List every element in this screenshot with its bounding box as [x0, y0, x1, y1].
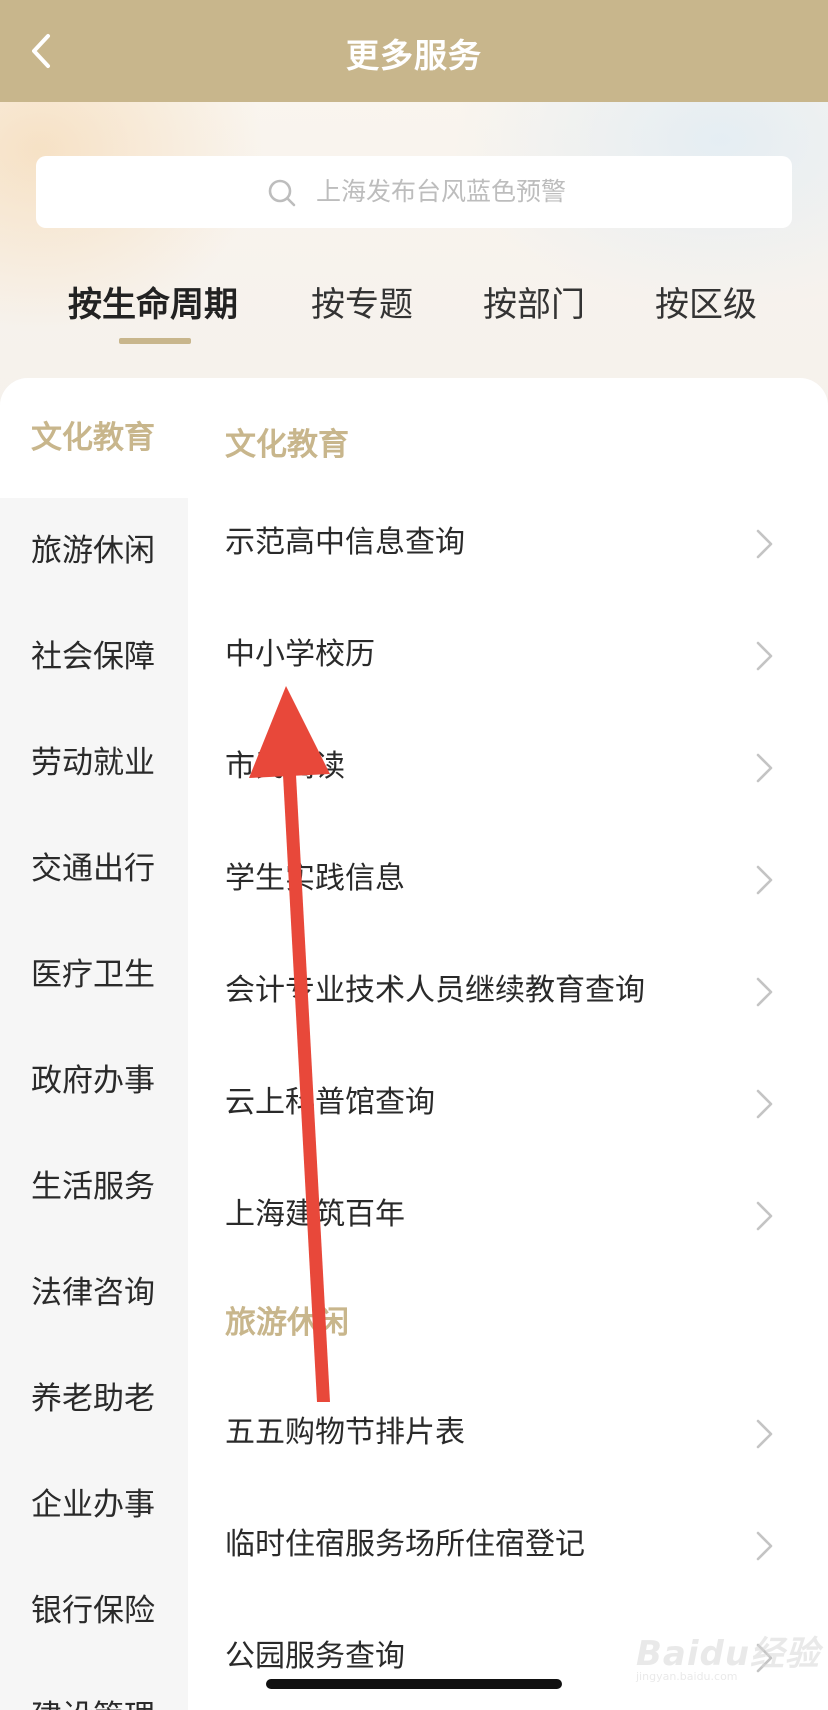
- chevron-right-icon: [754, 863, 776, 897]
- sidebar-item-healthcare[interactable]: 医疗卫生: [0, 922, 188, 1028]
- watermark-text: Baidu经验: [636, 1634, 821, 1674]
- chevron-right-icon: [754, 1199, 776, 1233]
- list-item-label: 中小学校历: [225, 637, 375, 672]
- sidebar-item-transportation[interactable]: 交通出行: [0, 816, 188, 922]
- sidebar-item-enterprise-affairs[interactable]: 企业办事: [0, 1452, 188, 1558]
- sidebar-item-legal-consulting[interactable]: 法律咨询: [0, 1240, 188, 1346]
- section-title-travel-leisure: 旅游休闲: [225, 1305, 349, 1341]
- list-item[interactable]: 临时住宿服务场所住宿登记: [188, 1495, 828, 1595]
- list-item[interactable]: 市民阅读: [188, 717, 828, 817]
- chevron-right-icon: [754, 1529, 776, 1563]
- tab-lifecycle[interactable]: 按生命周期: [68, 270, 238, 340]
- page: 更多服务 上海发布台风蓝色预警 按生命周期 按专题 按部门 按区级 文化教育 旅…: [0, 0, 828, 1710]
- sidebar-item-culture-education[interactable]: 文化教育: [0, 378, 188, 498]
- list-item[interactable]: 会计专业技术人员继续教育查询: [188, 941, 828, 1041]
- section-title-culture-education: 文化教育: [225, 427, 349, 463]
- tab-topic[interactable]: 按专题: [311, 270, 413, 340]
- list-item[interactable]: 五五购物节排片表: [188, 1383, 828, 1483]
- watermark-subtext: jingyan.baidu.com: [636, 1670, 738, 1683]
- list-item-label: 市民阅读: [225, 749, 345, 784]
- chevron-right-icon: [754, 751, 776, 785]
- service-panel: 文化教育 旅游休闲 社会保障 劳动就业 交通出行 医疗卫生 政府办事 生活服务 …: [0, 378, 828, 1710]
- list-item-label: 会计专业技术人员继续教育查询: [225, 973, 645, 1008]
- chevron-right-icon: [754, 1087, 776, 1121]
- nav-bar: 更多服务: [0, 0, 828, 102]
- list-item[interactable]: 云上科普馆查询: [188, 1053, 828, 1153]
- sidebar-item-travel-leisure[interactable]: 旅游休闲: [0, 498, 188, 604]
- category-tabs: 按生命周期 按专题 按部门 按区级: [0, 270, 828, 360]
- sidebar-item-banking-insurance[interactable]: 银行保险: [0, 1558, 188, 1664]
- tab-department[interactable]: 按部门: [483, 270, 585, 340]
- category-sidebar: 文化教育 旅游休闲 社会保障 劳动就业 交通出行 医疗卫生 政府办事 生活服务 …: [0, 378, 188, 1710]
- search-placeholder: 上海发布台风蓝色预警: [316, 177, 567, 206]
- chevron-right-icon: [754, 975, 776, 1009]
- list-item[interactable]: 中小学校历: [188, 605, 828, 705]
- list-item-label: 学生实践信息: [225, 861, 405, 896]
- list-item-label: 公园服务查询: [225, 1639, 405, 1674]
- chevron-right-icon: [754, 639, 776, 673]
- sidebar-item-government-affairs[interactable]: 政府办事: [0, 1028, 188, 1134]
- tab-district[interactable]: 按区级: [655, 270, 757, 340]
- list-item-label: 五五购物节排片表: [225, 1415, 465, 1450]
- sidebar-item-elderly-care[interactable]: 养老助老: [0, 1346, 188, 1452]
- list-item[interactable]: 学生实践信息: [188, 829, 828, 929]
- sidebar-item-construction-management[interactable]: 建设管理: [0, 1664, 188, 1710]
- sidebar-item-life-services[interactable]: 生活服务: [0, 1134, 188, 1240]
- sidebar-item-social-security[interactable]: 社会保障: [0, 604, 188, 710]
- list-item-label: 临时住宿服务场所住宿登记: [225, 1527, 585, 1562]
- list-item-label: 上海建筑百年: [225, 1197, 405, 1232]
- search-icon: [266, 177, 298, 209]
- list-item-label: 云上科普馆查询: [225, 1085, 435, 1120]
- list-item-label: 示范高中信息查询: [225, 525, 465, 560]
- search-input[interactable]: 上海发布台风蓝色预警: [36, 156, 792, 228]
- chevron-right-icon: [754, 527, 776, 561]
- active-tab-indicator: [119, 338, 191, 344]
- service-list: 文化教育 示范高中信息查询 中小学校历 市民阅读 学生实践信息 会计专业技术人员…: [188, 378, 828, 1710]
- baidu-watermark: Baidu经验 jingyan.baidu.com: [630, 1620, 819, 1690]
- chevron-right-icon: [754, 1417, 776, 1451]
- list-item[interactable]: 上海建筑百年: [188, 1165, 828, 1265]
- list-item[interactable]: 示范高中信息查询: [188, 493, 828, 593]
- sidebar-item-labor-employment[interactable]: 劳动就业: [0, 710, 188, 816]
- home-indicator[interactable]: [266, 1679, 562, 1689]
- page-title: 更多服务: [346, 36, 482, 75]
